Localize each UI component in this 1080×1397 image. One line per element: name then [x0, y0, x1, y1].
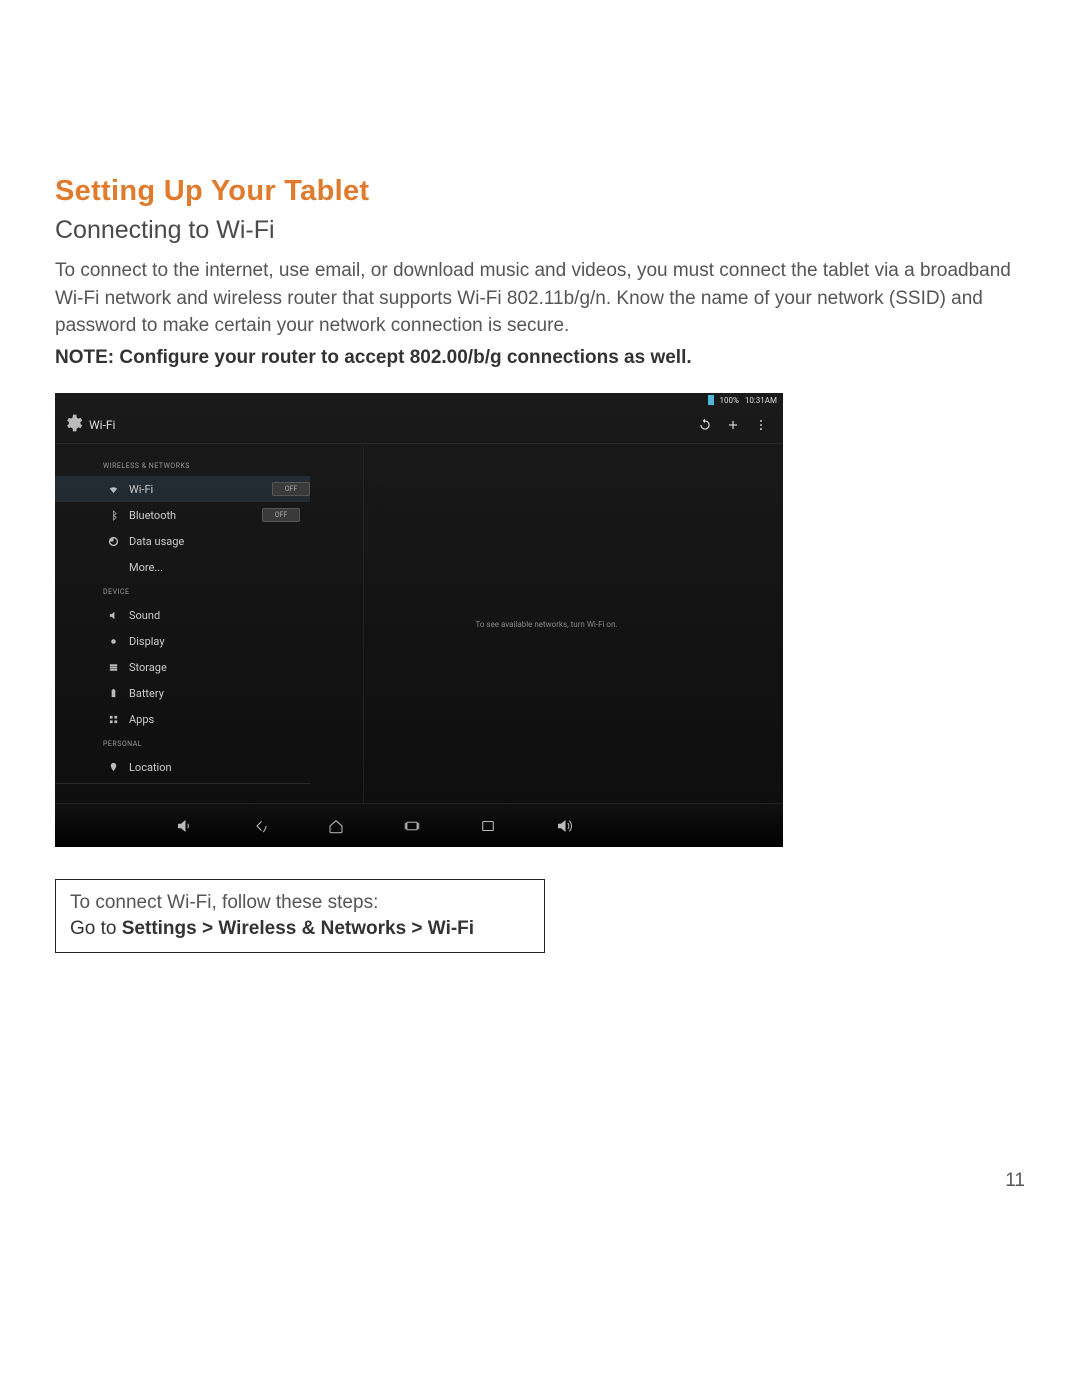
more-icon[interactable]: [747, 418, 775, 432]
battery-icon: [708, 395, 714, 405]
sidebar-item-label: Location: [129, 761, 172, 774]
sidebar-item-sound[interactable]: Sound: [107, 602, 300, 628]
sidebar-item-location[interactable]: Location: [107, 754, 300, 780]
refresh-icon[interactable]: [691, 418, 719, 432]
instruction-box: To connect Wi-Fi, follow these steps: Go…: [55, 879, 545, 953]
section-device: DEVICE: [103, 588, 300, 596]
storage-icon: [107, 662, 119, 673]
status-time: 10:31AM: [745, 396, 777, 405]
bluetooth-icon: [107, 510, 119, 521]
sidebar-item-storage[interactable]: Storage: [107, 654, 300, 680]
display-icon: [107, 636, 119, 647]
sidebar-item-label: More...: [129, 561, 163, 574]
volume-down-icon[interactable]: [175, 817, 193, 835]
sidebar-item-display[interactable]: Display: [107, 628, 300, 654]
screenshot-icon[interactable]: [479, 817, 497, 835]
wifi-toggle[interactable]: OFF: [272, 482, 310, 496]
sidebar-item-label: Display: [129, 635, 165, 648]
system-navbar: [55, 803, 783, 847]
instruction-prefix: Go to: [70, 918, 122, 939]
sidebar-item-label: Bluetooth: [129, 509, 176, 522]
page-subtitle: Connecting to Wi-Fi: [55, 216, 1025, 245]
back-icon[interactable]: [251, 817, 269, 835]
home-icon[interactable]: [327, 817, 345, 835]
sidebar-item-label: Wi-Fi: [129, 483, 153, 496]
sidebar-item-label: Sound: [129, 609, 160, 622]
instruction-path: Settings > Wireless & Networks > Wi-Fi: [122, 918, 474, 939]
sidebar-item-battery[interactable]: Battery: [107, 680, 300, 706]
sidebar-item-label: Data usage: [129, 535, 184, 548]
sidebar-item-bluetooth[interactable]: Bluetooth OFF: [107, 502, 300, 528]
app-bar: Wi-Fi: [55, 407, 783, 443]
appbar-title: Wi-Fi: [89, 418, 115, 432]
sidebar-item-label: Storage: [129, 661, 167, 674]
instruction-path-line: Go to Settings > Wireless & Networks > W…: [70, 918, 530, 940]
volume-up-icon[interactable]: [555, 817, 573, 835]
status-bar: 100% 10:31AM: [55, 393, 783, 407]
intro-paragraph: To connect to the internet, use email, o…: [55, 257, 1025, 340]
wifi-content-pane: To see available networks, turn Wi-Fi on…: [310, 444, 783, 804]
sidebar-item-label: Battery: [129, 687, 164, 700]
sound-icon: [107, 610, 119, 621]
recents-icon[interactable]: [403, 817, 421, 835]
note-paragraph: NOTE: Configure your router to accept 80…: [55, 344, 1025, 372]
section-personal: PERSONAL: [103, 740, 300, 748]
page-title: Setting Up Your Tablet: [55, 175, 1025, 208]
wifi-off-message: To see available networks, turn Wi-Fi on…: [475, 620, 617, 629]
section-wireless-networks: WIRELESS & NETWORKS: [103, 462, 300, 470]
wifi-icon: [107, 484, 119, 495]
settings-body: WIRELESS & NETWORKS Wi-Fi OFF Bluetooth …: [55, 444, 783, 804]
instruction-intro: To connect Wi-Fi, follow these steps:: [70, 892, 530, 914]
apps-icon: [107, 714, 119, 725]
tablet-screenshot: 100% 10:31AM Wi-Fi WIRELESS & NETWORKS: [55, 393, 783, 847]
sidebar-item-label: Apps: [129, 713, 154, 726]
sidebar-item-more[interactable]: More...: [107, 554, 300, 580]
settings-sidebar: WIRELESS & NETWORKS Wi-Fi OFF Bluetooth …: [55, 444, 310, 804]
sidebar-item-data-usage[interactable]: Data usage: [107, 528, 300, 554]
add-icon[interactable]: [719, 418, 747, 432]
bluetooth-toggle[interactable]: OFF: [262, 508, 300, 522]
battery-item-icon: [107, 688, 119, 699]
gear-icon: [63, 413, 83, 437]
page-number: 11: [1005, 1170, 1025, 1192]
battery-percent: 100%: [720, 396, 739, 405]
sidebar-item-wifi[interactable]: Wi-Fi OFF: [55, 476, 310, 502]
sidebar-item-apps[interactable]: Apps: [107, 706, 300, 732]
data-usage-icon: [107, 536, 119, 547]
location-icon: [107, 762, 119, 773]
document-page: Setting Up Your Tablet Connecting to Wi-…: [0, 0, 1080, 1397]
